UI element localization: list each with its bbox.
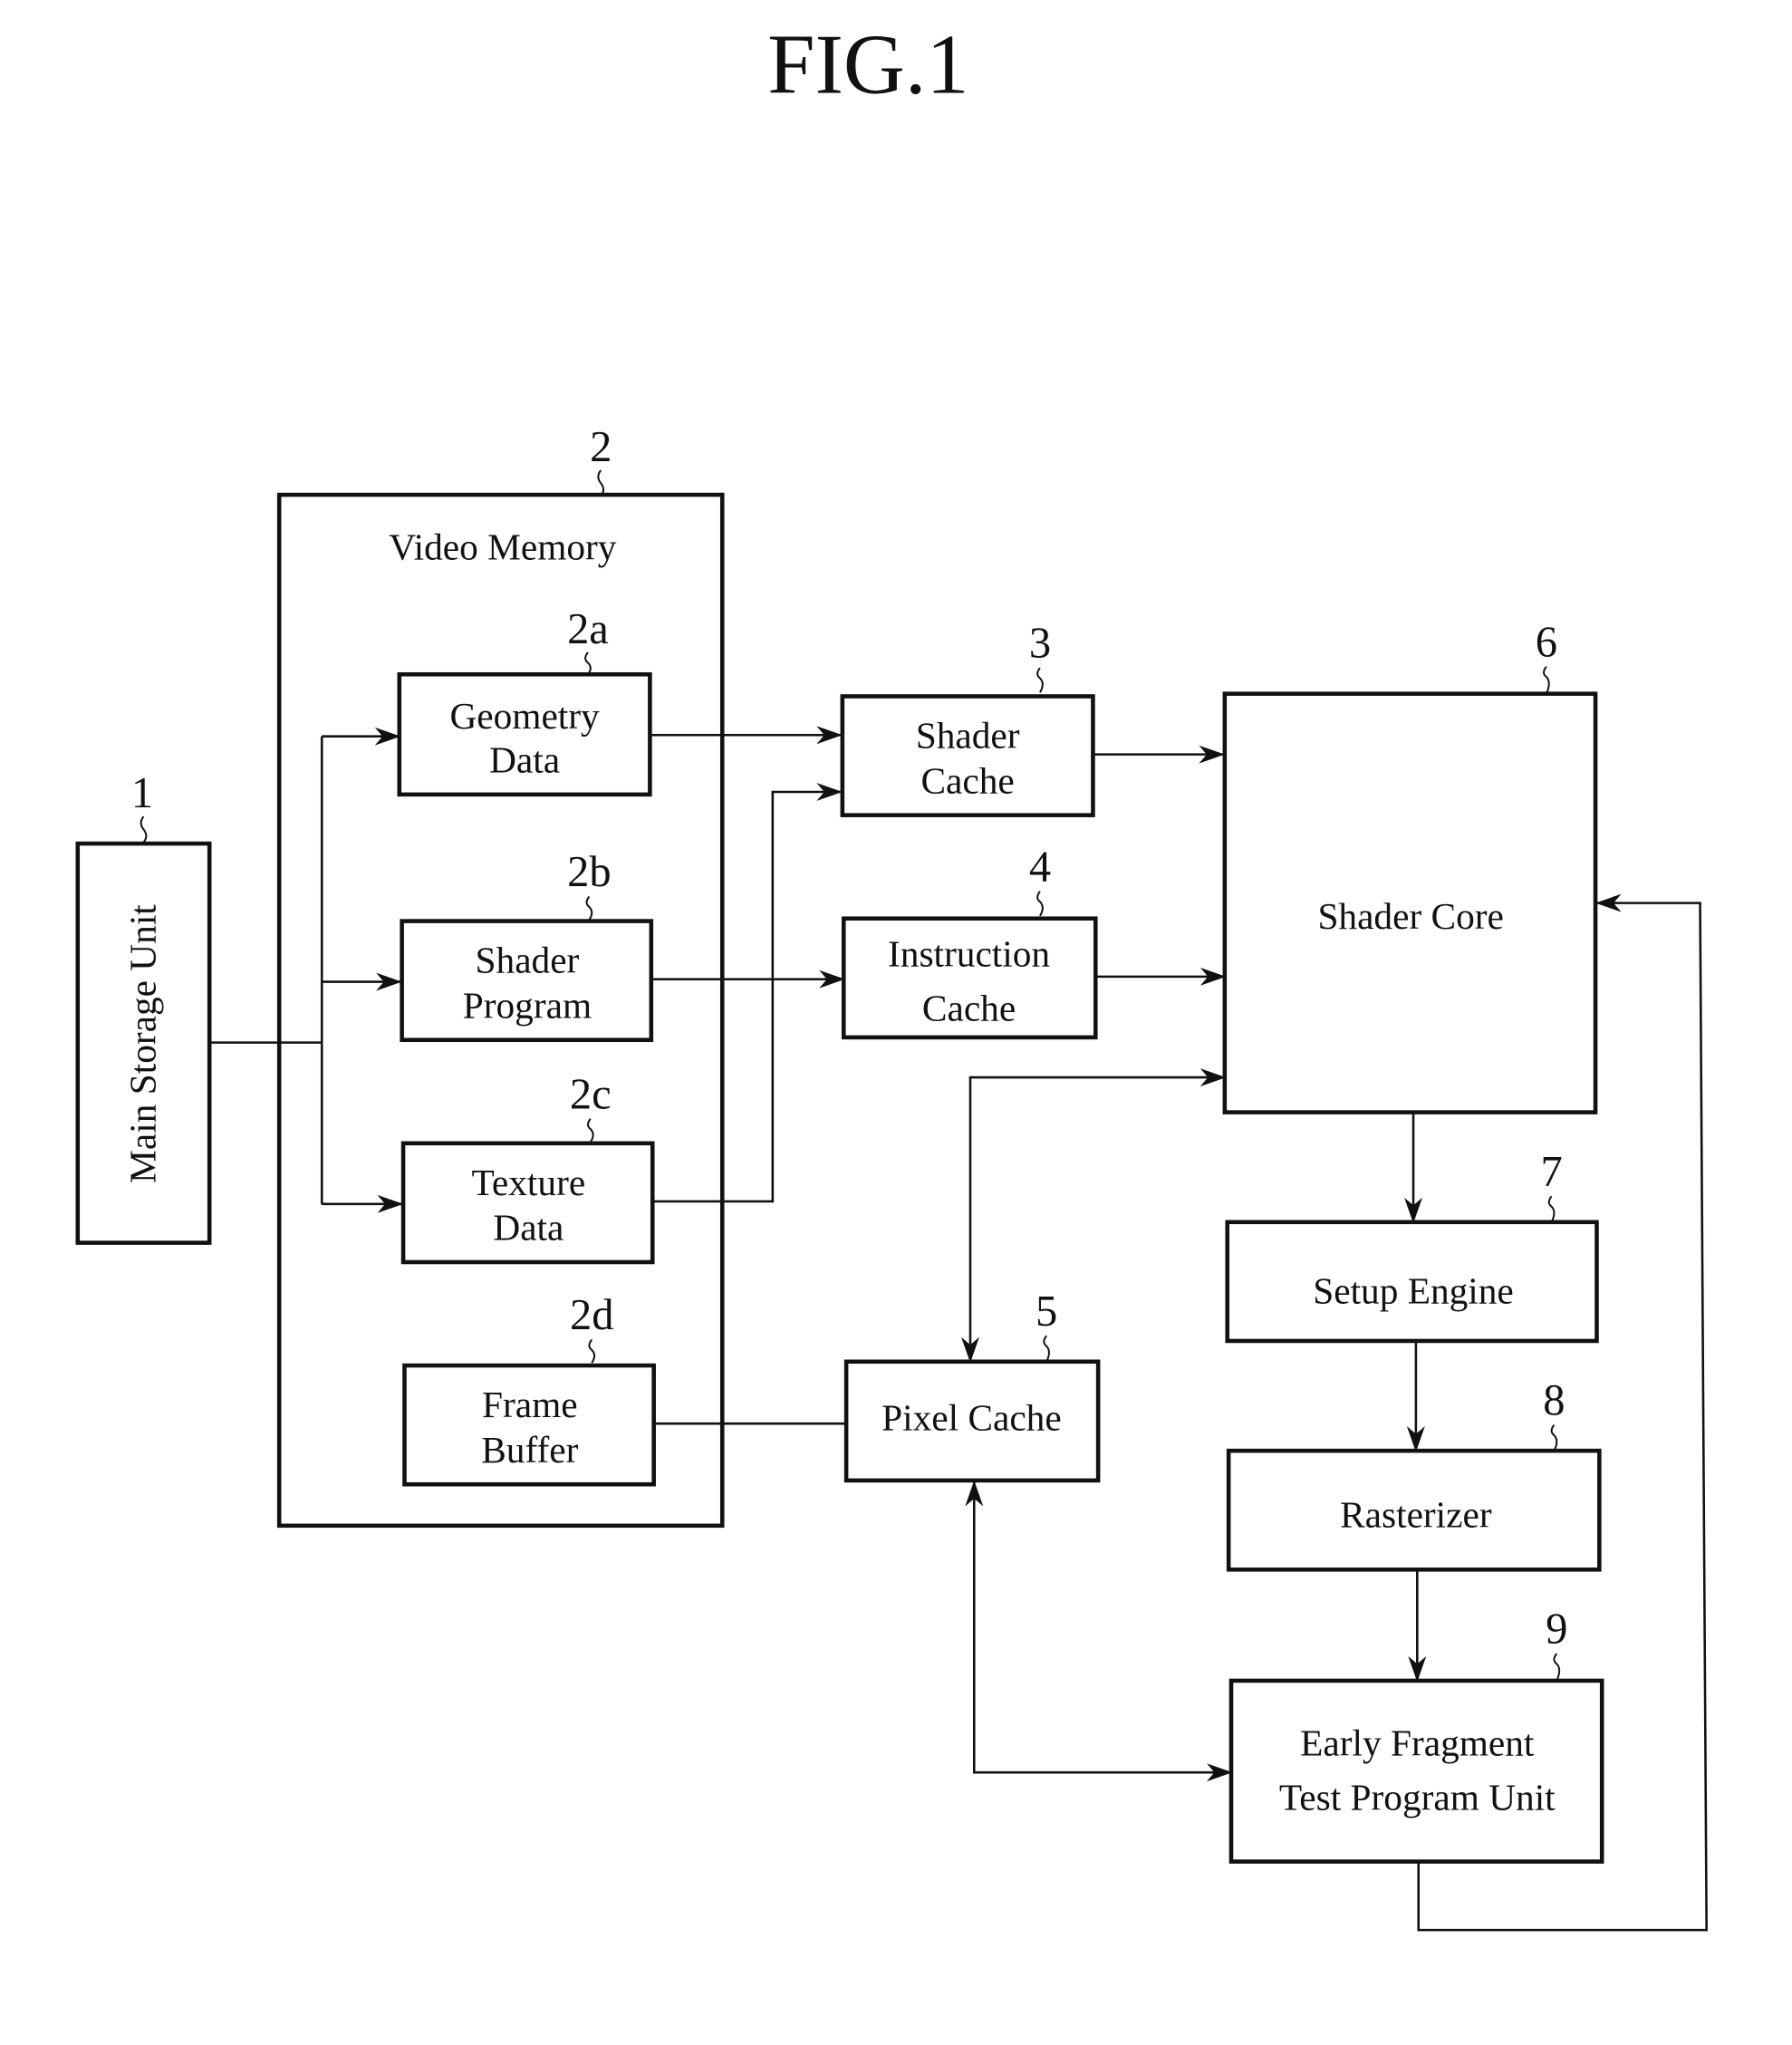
leader-squiggle bbox=[1543, 666, 1550, 695]
ref-4: 4 bbox=[1029, 843, 1051, 891]
shader-core-label: Shader Core bbox=[1317, 895, 1503, 937]
leader-squiggle bbox=[584, 651, 592, 675]
instruction-cache-line1: Instruction bbox=[888, 932, 1050, 974]
arrow-pixel-cache-early-fragment-bidirectional bbox=[965, 1480, 1233, 1782]
block-rasterizer[interactable]: 8 Rasterizer bbox=[1226, 1376, 1602, 1572]
figure-title: FIG.1 bbox=[767, 18, 968, 112]
frame-buffer-line2: Buffer bbox=[481, 1429, 578, 1471]
frame-buffer-line1: Frame bbox=[482, 1384, 578, 1425]
leader-squiggle bbox=[1553, 1653, 1561, 1682]
ref-2d: 2d bbox=[570, 1291, 613, 1339]
leader-squiggle bbox=[586, 1118, 594, 1143]
ref-2: 2 bbox=[590, 423, 612, 471]
shader-cache-line2: Cache bbox=[920, 759, 1014, 801]
ref-2a: 2a bbox=[567, 605, 609, 653]
ref-6: 6 bbox=[1536, 618, 1557, 666]
block-main-storage-unit[interactable]: 1 Main Storage Unit bbox=[75, 769, 212, 1245]
instruction-cache-line2: Cache bbox=[922, 987, 1016, 1028]
block-shader-program[interactable]: 2b Shader Program bbox=[400, 848, 654, 1043]
block-texture-data[interactable]: 2c Texture Data bbox=[400, 1070, 655, 1265]
texture-data-line1: Texture bbox=[472, 1162, 586, 1203]
ref-2c: 2c bbox=[570, 1070, 612, 1118]
block-instruction-cache[interactable]: 4 Instruction Cache bbox=[841, 843, 1098, 1040]
block-frame-buffer[interactable]: 2d Frame Buffer bbox=[402, 1291, 656, 1487]
block-diagram: FIG.1 1 Main Storage Unit 2 Video Memory… bbox=[75, 18, 1708, 1932]
leader-squiggle bbox=[140, 815, 148, 844]
leader-squiggle bbox=[597, 469, 605, 497]
early-fragment-line2: Test Program Unit bbox=[1279, 1777, 1556, 1818]
ref-1: 1 bbox=[131, 769, 153, 817]
ref-2b: 2b bbox=[567, 848, 611, 896]
leader-squiggle bbox=[1550, 1424, 1558, 1452]
leader-squiggle bbox=[1547, 1195, 1556, 1223]
arrow-pixel-cache-core-bidirectional bbox=[961, 1068, 1227, 1364]
early-fragment-line1: Early Fragment bbox=[1300, 1722, 1535, 1764]
leader-squiggle bbox=[1043, 1335, 1050, 1363]
leader-squiggle bbox=[585, 895, 593, 921]
shader-cache-line1: Shader bbox=[916, 715, 1020, 757]
arrow-texture-to-shader-cache bbox=[652, 783, 843, 1203]
leader-squiggle bbox=[1036, 891, 1044, 917]
texture-data-line2: Data bbox=[493, 1207, 564, 1249]
leader-squiggle bbox=[1036, 667, 1044, 693]
leader-squiggle bbox=[588, 1338, 596, 1364]
setup-engine-label: Setup Engine bbox=[1313, 1270, 1514, 1312]
shader-program-line2: Program bbox=[463, 985, 592, 1027]
early-fragment-box bbox=[1228, 1678, 1604, 1864]
ref-7: 7 bbox=[1540, 1148, 1562, 1196]
rasterizer-label: Rasterizer bbox=[1340, 1493, 1492, 1535]
video-memory-label: Video Memory bbox=[389, 526, 617, 567]
ref-8: 8 bbox=[1543, 1376, 1565, 1424]
block-shader-cache[interactable]: 3 Shader Cache bbox=[840, 620, 1095, 817]
block-geometry-data[interactable]: 2a Geometry Data bbox=[397, 605, 652, 797]
ref-5: 5 bbox=[1036, 1288, 1057, 1336]
block-setup-engine[interactable]: 7 Setup Engine bbox=[1225, 1148, 1599, 1344]
pixel-cache-label: Pixel Cache bbox=[882, 1396, 1062, 1438]
ref-9: 9 bbox=[1546, 1606, 1567, 1654]
geometry-data-line2: Data bbox=[489, 739, 560, 781]
ref-3: 3 bbox=[1029, 620, 1051, 668]
geometry-data-line1: Geometry bbox=[449, 695, 600, 737]
block-shader-core[interactable]: 6 Shader Core bbox=[1222, 618, 1598, 1114]
block-pixel-cache[interactable]: 5 Pixel Cache bbox=[843, 1288, 1101, 1483]
shader-program-line1: Shader bbox=[476, 940, 580, 981]
main-storage-label: Main Storage Unit bbox=[121, 904, 163, 1183]
